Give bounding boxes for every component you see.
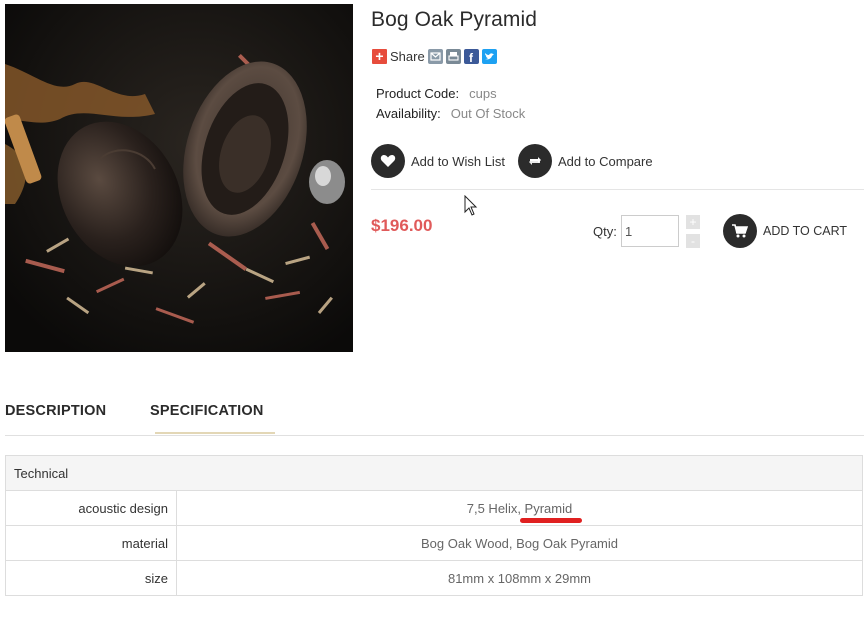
product-code-value: cups: [469, 86, 497, 101]
table-row: size 81mm x 108mm x 29mm: [5, 560, 863, 596]
add-to-cart-label: ADD TO CART: [763, 224, 848, 238]
share-bar: + Share f: [372, 49, 497, 65]
qty-increase-button[interactable]: +: [686, 215, 700, 229]
print-icon[interactable]: [445, 49, 461, 64]
active-tab-indicator: [155, 432, 275, 434]
availability-row: Availability: Out Of Stock: [376, 106, 525, 121]
email-icon[interactable]: [427, 49, 443, 64]
spec-group-row: Technical: [5, 455, 863, 491]
tab-specification[interactable]: SPECIFICATION: [150, 403, 264, 419]
divider: [371, 189, 864, 190]
qty-decrease-button[interactable]: -: [686, 234, 700, 248]
facebook-icon[interactable]: f: [463, 49, 479, 65]
compare-icon: [517, 144, 552, 178]
qty-label: Qty:: [593, 224, 617, 239]
spec-group-title: Technical: [5, 455, 863, 491]
cart-icon: [723, 214, 757, 248]
product-tabs: DESCRIPTION SPECIFICATION: [5, 400, 864, 436]
spec-value: Bog Oak Wood, Bog Oak Pyramid: [176, 525, 863, 561]
wishlist-label: Add to Wish List: [411, 153, 505, 169]
specification-table: Technical acoustic design 7,5 Helix, Pyr…: [5, 455, 863, 596]
availability-value: Out Of Stock: [450, 106, 526, 121]
tab-description[interactable]: DESCRIPTION: [5, 403, 106, 419]
compare-label: Add to Compare: [557, 153, 653, 169]
add-to-compare-button[interactable]: Add to Compare: [517, 144, 653, 178]
product-image[interactable]: [5, 4, 353, 352]
spec-value: 81mm x 108mm x 29mm: [176, 560, 863, 596]
product-actions: Add to Wish List Add to Compare: [371, 144, 653, 178]
spec-label: material: [5, 525, 177, 561]
mouse-cursor-icon: [464, 194, 478, 222]
heart-icon: [371, 144, 405, 178]
add-to-wishlist-button[interactable]: Add to Wish List: [371, 144, 505, 178]
annotation-underline: [520, 518, 582, 523]
availability-label: Availability:: [376, 106, 441, 121]
product-code-row: Product Code: cups: [376, 86, 497, 101]
product-title: Bog Oak Pyramid: [371, 8, 538, 31]
svg-text:f: f: [469, 51, 474, 64]
table-row: acoustic design 7,5 Helix, Pyramid: [5, 490, 863, 526]
product-price: $196.00: [371, 216, 433, 235]
twitter-icon[interactable]: [481, 49, 497, 64]
table-row: material Bog Oak Wood, Bog Oak Pyramid: [5, 525, 863, 561]
spec-label: acoustic design: [5, 490, 177, 526]
spec-label: size: [5, 560, 177, 596]
quantity-input[interactable]: [621, 215, 679, 247]
share-label[interactable]: Share: [390, 49, 425, 64]
add-to-cart-button[interactable]: ADD TO CART: [723, 214, 847, 248]
product-code-label: Product Code:: [376, 86, 460, 101]
plus-icon[interactable]: +: [372, 49, 387, 64]
